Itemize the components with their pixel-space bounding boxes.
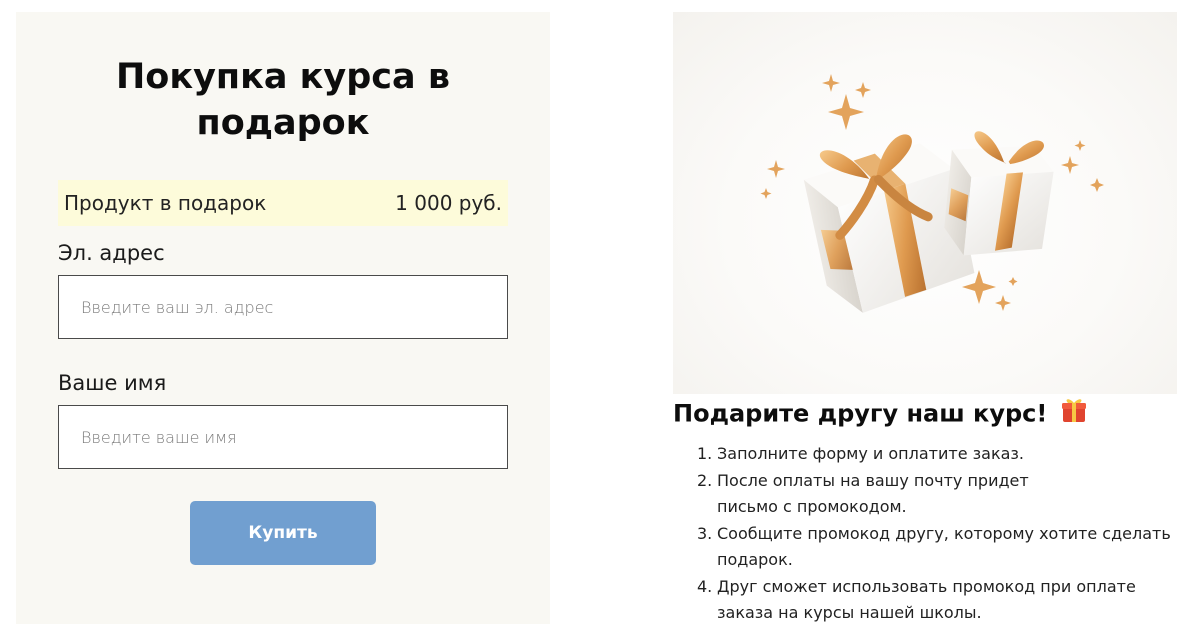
form-title: Покупка курса в подарок: [116, 57, 450, 143]
gift-boxes-illustration: [673, 12, 1177, 394]
name-label: Ваше имя: [58, 371, 167, 395]
product-label: Продукт в подарок: [64, 191, 267, 215]
promo-heading: Подарите другу наш курс!: [673, 396, 1088, 433]
email-field[interactable]: [58, 275, 508, 339]
product-row: Продукт в подарок 1 000 руб.: [58, 180, 508, 226]
page: Покупка курса в подарок Продукт в подаро…: [0, 0, 1200, 634]
email-label: Эл. адрес: [58, 241, 165, 265]
gift-boxes-icon: [760, 74, 1104, 313]
list-item: 3. Сообщите промокод другу, которому хот…: [697, 523, 1171, 570]
product-price: 1 000 руб.: [395, 191, 502, 215]
buy-button[interactable]: Купить: [190, 501, 376, 565]
promo-heading-text: Подарите другу наш курс!: [673, 399, 1048, 428]
steps-list: 1. Заполните форму и оплатите заказ. 2. …: [697, 441, 1177, 627]
gift-emoji-icon: [1060, 396, 1088, 433]
list-item: 2. После оплаты на вашу почту придет пис…: [697, 470, 1029, 517]
list-item: 4. Друг сможет использовать промокод при…: [697, 576, 1136, 623]
list-item: 1. Заполните форму и оплатите заказ.: [697, 444, 1025, 463]
gift-purchase-form: Покупка курса в подарок Продукт в подаро…: [16, 12, 550, 624]
name-field[interactable]: [58, 405, 508, 469]
